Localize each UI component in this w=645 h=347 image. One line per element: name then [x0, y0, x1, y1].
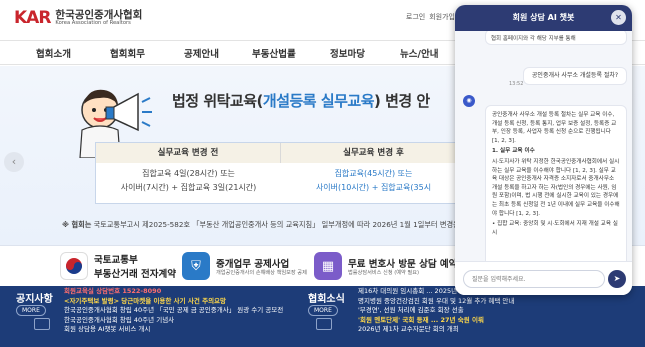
ai-chatbot-panel: 회원 상담 AI 챗봇 ✕ 협회 홈페이지와 각 해당 지부를 통해 13:52…	[455, 5, 632, 295]
banner-notice-bold: ※ 협회는	[62, 220, 92, 229]
util-join-link[interactable]: 회원가입	[429, 12, 455, 22]
quick-link-subtitle: 부동산거래 전자계약	[94, 269, 176, 280]
banner-title-highlight: 개설등록 실무교육	[262, 92, 375, 110]
news-section-title: 협회소식	[308, 294, 345, 305]
bot-message-heading: 1. 실무 교육 이수	[492, 148, 535, 155]
notice-more-button[interactable]: MORE	[16, 305, 46, 316]
table-head-after: 실무교육 변경 후	[281, 143, 466, 163]
bot-message-paragraph: 시·도지사가 위탁 지정한 한국공인중개사협회에서 실시하는 실무 교육을 이수…	[492, 158, 620, 217]
chat-title: 회원 상담 AI 챗봇	[512, 13, 575, 22]
table-cell-after-line: 집합교육(45시간) 또는	[334, 169, 413, 178]
nav-item-info[interactable]: 정보마당	[330, 46, 365, 60]
bot-message-previous: 협회 홈페이지와 각 해당 지부를 통해	[485, 31, 627, 45]
notice-item[interactable]: 회원 상담용 AI챗봇 서비스 개시	[64, 325, 283, 335]
quick-link-title: 무료 변호사 방문 상담 예약	[348, 258, 458, 270]
news-item[interactable]: '회원 멘토단제' 국회 등재 ... 27년 숙원 이뤄	[358, 316, 514, 326]
banner-notice: ※ 협회는 국토교통부고시 제2025-582호 「부동산 개업공인중개사 등의…	[62, 220, 466, 230]
quick-link-mutual-aid[interactable]: ⛨ 중개업무 공제사업 개업공인중개사의 손해배상 책임보장 공제	[182, 249, 307, 283]
table-head-before: 실무교육 변경 전	[96, 143, 281, 163]
user-message: 공인중개사 사무소 개설등록 절차?	[523, 67, 627, 85]
shield-icon: ⛨	[182, 252, 210, 280]
notice-list: 회원교육실 상담번호 1522-8090 <자기주택보 발령> 당근마켓을 이용…	[64, 287, 283, 335]
education-change-table: 실무교육 변경 전 실무교육 변경 후 집합교육 4일(28시간) 또는 사이버…	[95, 142, 466, 204]
news-item[interactable]: 명지병원 중앙건강검진 회원 우대 및 12월 추가 혜택 안내	[358, 297, 514, 307]
chat-header: 회원 상담 AI 챗봇 ✕	[455, 5, 632, 31]
calendar-icon: ▦	[314, 252, 342, 280]
send-icon[interactable]: ➤	[608, 270, 626, 288]
quick-link-title: 중개업무 공제사업	[216, 258, 290, 270]
table-cell-after-line: 사이버(10시간) + 집합교육(35시	[315, 183, 432, 192]
bottom-board-section: 공지사항 MORE 회원교육실 상담번호 1522-8090 <자기주택보 발령…	[0, 286, 645, 347]
chat-input[interactable]	[463, 270, 605, 288]
news-board-icon	[316, 318, 332, 330]
bot-avatar-icon: ◉	[463, 95, 475, 107]
banner-notice-text: 국토교통부고시 제2025-582호 「부동산 개업공인중개사 등의 교육지침」…	[91, 220, 467, 229]
table-cell-before-line: 사이버(7시간) + 집합교육 3일(21시간)	[120, 183, 257, 192]
banner-prev-arrow-icon[interactable]: ‹	[4, 152, 24, 172]
message-timestamp: 13:52	[509, 81, 524, 87]
news-more-button[interactable]: MORE	[308, 305, 338, 316]
notice-item[interactable]: 한국공인중개사협회 창립 40주년 기념사	[64, 316, 283, 326]
notice-board-icon	[34, 318, 50, 330]
news-item[interactable]: '부경연', 선원 처리에 김준호 회장 선출	[358, 306, 514, 316]
notice-item[interactable]: 한국공인중개사협회 창립 40주년 「국민 공제 금 공인중개사」 원광 수기 …	[64, 306, 283, 316]
news-item[interactable]: 2026년 제1차 교수자문단 회의 개최	[358, 325, 514, 335]
logo-mark: KAR	[14, 8, 51, 28]
notice-section-title: 공지사항	[16, 294, 53, 305]
quick-link-lawyer-consult[interactable]: ▦ 무료 변호사 방문 상담 예약 법률상담서비스 신청 (예약 필요)	[314, 249, 457, 283]
gov-emblem-icon	[60, 252, 88, 280]
nav-item-about[interactable]: 협회소개	[36, 46, 71, 60]
banner-title-prefix: 법정 위탁교육(	[172, 92, 263, 110]
nav-item-news[interactable]: 뉴스/안내	[400, 46, 438, 60]
site-logo[interactable]: KAR 한국공인중개사협회 Korea Association of Realt…	[14, 8, 142, 28]
close-icon[interactable]: ✕	[611, 10, 626, 25]
notice-item[interactable]: <자기주택보 발령> 당근마켓을 이용한 사기 사건 주의요망	[64, 297, 283, 307]
chat-messages[interactable]: 협회 홈페이지와 각 해당 지부를 통해 13:52 공인중개사 사무소 개설등…	[455, 31, 632, 261]
quick-link-subtitle: 법률상담서비스 신청 (예약 필요)	[348, 269, 420, 276]
table-cell-after: 집합교육(45시간) 또는 사이버(10시간) + 집합교육(35시	[281, 167, 466, 195]
nav-item-law[interactable]: 부동산법률	[252, 46, 296, 60]
bot-message: 공인중개사 사무소 개설 등록 절차는 실무 교육 이수, 개설 등록 신청, …	[485, 105, 627, 261]
quick-link-subtitle: 개업공인중개사의 손해배상 책임보장 공제	[216, 269, 307, 276]
table-cell-before: 집합교육 4일(28시간) 또는 사이버(7시간) + 집합교육 3일(21시간…	[96, 167, 281, 195]
utility-links: 로그인 회원가입	[406, 12, 455, 22]
nav-item-mutual-aid[interactable]: 공제안내	[184, 46, 219, 60]
chat-input-area: ➤	[455, 261, 632, 295]
quick-link-title: 국토교통부	[94, 255, 138, 266]
nav-item-affairs[interactable]: 협회회무	[110, 46, 145, 60]
bot-message-paragraph: • 집합 교육: 중앙회 및 시·도회에서 지재 개설 교육 실시	[492, 221, 618, 236]
notice-item[interactable]: 회원교육실 상담번호 1522-8090	[64, 287, 283, 297]
banner-title-suffix: ) 변경 안	[374, 92, 430, 110]
logo-name-english: Korea Association of Realtors	[55, 19, 131, 26]
table-cell-before-line: 집합교육 4일(28시간) 또는	[142, 169, 235, 178]
util-login-link[interactable]: 로그인	[406, 12, 425, 22]
quick-link-e-contract[interactable]: 국토교통부 부동산거래 전자계약	[60, 249, 176, 283]
banner-title: 법정 위탁교육(개설등록 실무교육) 변경 안	[172, 90, 430, 111]
bot-message-paragraph: 공인중개사 사무소 개설 등록 절차는 실무 교육 이수, 개설 등록 신청, …	[492, 112, 617, 144]
